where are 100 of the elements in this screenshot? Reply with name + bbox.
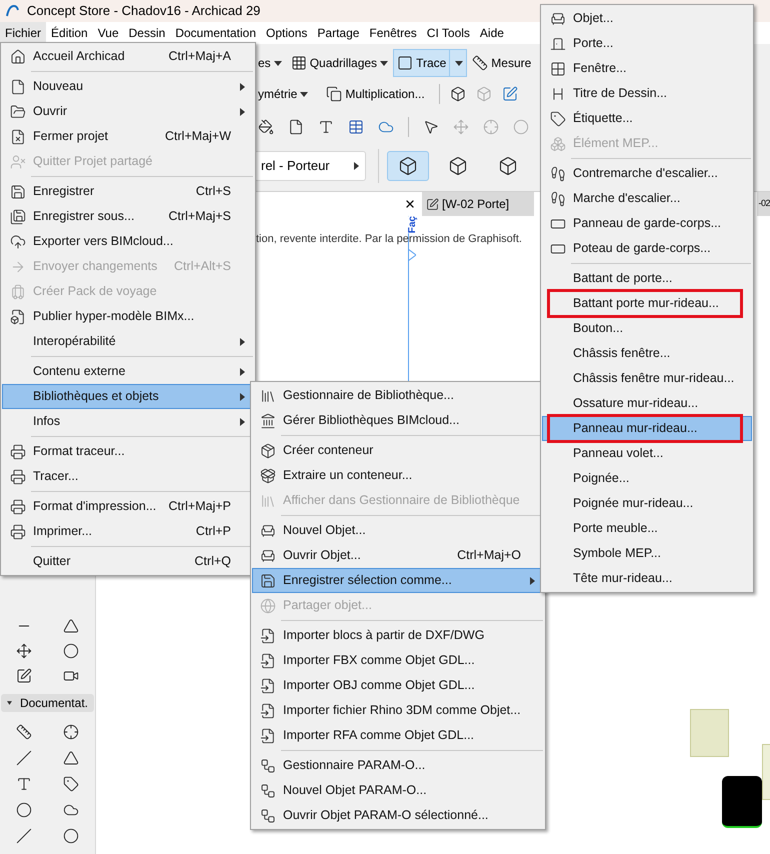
menu-item[interactable]: Interopérabilité: [2, 329, 254, 354]
pencil-icon: [426, 198, 439, 210]
toolbar-dropdown[interactable]: ymétrie: [254, 80, 312, 108]
menu-item[interactable]: Fermer projet Ctrl+Maj+W: [2, 124, 254, 149]
menu-item[interactable]: Panneau mur-rideau...: [542, 416, 752, 441]
library-icon: [260, 388, 276, 404]
text-tool-icon[interactable]: [16, 776, 32, 792]
menu-item[interactable]: Objet...: [542, 6, 752, 31]
menu-bar-item[interactable]: Partage: [312, 22, 364, 44]
menu-item[interactable]: Importer OBJ comme Objet GDL...: [252, 673, 544, 698]
menu-bar-item[interactable]: Fichier: [0, 22, 46, 44]
menu-item[interactable]: Publier hyper-modèle BIMx...: [2, 304, 254, 329]
menu-item[interactable]: Bouton...: [542, 316, 752, 341]
menu-item[interactable]: Ouvrir Objet... Ctrl+Maj+O: [252, 543, 544, 568]
menu-item[interactable]: Gestionnaire de Bibliothèque...: [252, 383, 544, 408]
menu-item[interactable]: Ouvrir: [2, 99, 254, 124]
menu-item[interactable]: Importer fichier Rhino 3DM comme Objet...: [252, 698, 544, 723]
menu-item[interactable]: Étiquette...: [542, 106, 752, 131]
menu-bar-item[interactable]: Aide: [474, 22, 509, 44]
menu-bar-item[interactable]: CI Tools: [422, 22, 475, 44]
menu-bar-item[interactable]: Fenêtres: [364, 22, 422, 44]
edit-shape-icon[interactable]: [502, 86, 518, 102]
document-icon[interactable]: [288, 119, 304, 135]
menu-item[interactable]: Battant porte mur-rideau...: [542, 291, 752, 316]
menu-item[interactable]: Tracer...: [2, 464, 254, 489]
submenu-arrow-icon: [240, 82, 245, 90]
menu-item[interactable]: Ouvrir Objet PARAM-O sélectionné...: [252, 803, 544, 828]
view-tab[interactable]: -02: [757, 192, 770, 216]
close-icon[interactable]: [404, 198, 416, 210]
toolbar-dropdown[interactable]: Quadrillages: [286, 49, 392, 77]
menu-bar-item[interactable]: Documentation: [170, 22, 262, 44]
menu-item[interactable]: Contremarche d'escalier...: [542, 161, 752, 186]
menu-item[interactable]: Créer conteneur: [252, 438, 544, 463]
toolbar-button[interactable]: Mesure: [468, 49, 536, 77]
file-icon: [10, 78, 26, 94]
menu-item[interactable]: Importer blocs à partir de DXF/DWG: [252, 623, 544, 648]
square-icon[interactable]: [397, 55, 414, 71]
menu-item[interactable]: Poignée...: [542, 466, 752, 491]
menu-item[interactable]: Quitter Ctrl+Q: [2, 549, 254, 574]
ruler-icon[interactable]: [472, 55, 488, 71]
menu-item[interactable]: Imprimer... Ctrl+P: [2, 519, 254, 544]
toolbox-section-header[interactable]: Documentat.: [1, 694, 94, 712]
menu-bar-item[interactable]: Vue: [92, 22, 124, 44]
menu-bar-item[interactable]: Dessin: [124, 22, 170, 44]
line-tool-icon[interactable]: [16, 828, 32, 844]
menu-item[interactable]: Panneau de garde-corps...: [542, 211, 752, 236]
dimension-icon[interactable]: [16, 724, 32, 740]
expand-triangle-icon: [7, 700, 12, 706]
file-import-icon: [260, 728, 276, 744]
window-grid-icon: [550, 60, 566, 76]
globe-icon: [260, 598, 276, 614]
menu-item[interactable]: Exporter vers BIMcloud...: [2, 229, 254, 254]
elevation-label: Faç: [405, 216, 420, 234]
menu-item[interactable]: Format traceur...: [2, 439, 254, 464]
toolbar-button[interactable]: Multiplication...: [322, 80, 429, 108]
menu-item[interactable]: Accueil Archicad Ctrl+Maj+A: [2, 44, 254, 69]
menu-bar-item[interactable]: Édition: [46, 22, 93, 44]
menu-item[interactable]: Nouvel Objet...: [252, 518, 544, 543]
copy-icon[interactable]: [326, 86, 342, 102]
menu-item[interactable]: Gérer Bibliothèques BIMcloud...: [252, 408, 544, 433]
menu-item[interactable]: Contenu externe: [2, 359, 254, 384]
menu-item[interactable]: Marche d'escalier...: [542, 186, 752, 211]
toolbar-button[interactable]: Trace: [393, 49, 468, 77]
toolbar-dropdown[interactable]: es: [254, 49, 286, 77]
menu-item[interactable]: Titre de Dessin...: [542, 81, 752, 106]
menu-item[interactable]: Fenêtre...: [542, 56, 752, 81]
table-icon[interactable]: [348, 119, 364, 135]
drawing-icon[interactable]: [16, 668, 32, 684]
menu-item[interactable]: Nouvel Objet PARAM-O...: [252, 778, 544, 803]
menu-item[interactable]: Tête mur-rideau...: [542, 566, 752, 591]
menu-item[interactable]: Porte meuble...: [542, 516, 752, 541]
view-tab[interactable]: [W-02 Porte]: [422, 192, 534, 216]
menu-item[interactable]: Battant de porte...: [542, 266, 752, 291]
label-tool-icon[interactable]: [63, 776, 80, 792]
menu-item[interactable]: Gestionnaire PARAM-O...: [252, 753, 544, 778]
plant-symbol: [722, 776, 762, 828]
menu-bar-item[interactable]: Options: [261, 22, 312, 44]
menu-item[interactable]: Châssis fenêtre mur-rideau...: [542, 366, 752, 391]
menu-item[interactable]: Importer RFA comme Objet GDL...: [252, 723, 544, 748]
menu-item[interactable]: Nouveau: [2, 74, 254, 99]
geometry-button[interactable]: [387, 151, 429, 181]
menu-item[interactable]: Porte...: [542, 31, 752, 56]
menu-item[interactable]: Symbole MEP...: [542, 541, 752, 566]
structure-dropdown[interactable]: rel - Porteur: [254, 151, 366, 181]
paint-bucket-icon[interactable]: [258, 119, 274, 135]
menu-item[interactable]: Enregistrer Ctrl+S: [2, 179, 254, 204]
menu-item[interactable]: Poteau de garde-corps...: [542, 236, 752, 261]
menu-item[interactable]: Panneau volet...: [542, 441, 752, 466]
menu-item[interactable]: Châssis fenêtre...: [542, 341, 752, 366]
menu-item[interactable]: Importer FBX comme Objet GDL...: [252, 648, 544, 673]
menu-item[interactable]: Enregistrer sous... Ctrl+Maj+S: [2, 204, 254, 229]
grid-icon[interactable]: [290, 55, 307, 71]
menu-item[interactable]: Ossature mur-rideau...: [542, 391, 752, 416]
menu-item[interactable]: Format d'impression... Ctrl+Maj+P: [2, 494, 254, 519]
menu-item[interactable]: Extraire un conteneur...: [252, 463, 544, 488]
arc-tool-icon[interactable]: [63, 828, 80, 844]
menu-item[interactable]: Infos: [2, 409, 254, 434]
pointer-icon[interactable]: [423, 119, 439, 135]
menu-item[interactable]: Poignée mur-rideau...: [542, 491, 752, 516]
cloud-icon[interactable]: [378, 119, 394, 135]
